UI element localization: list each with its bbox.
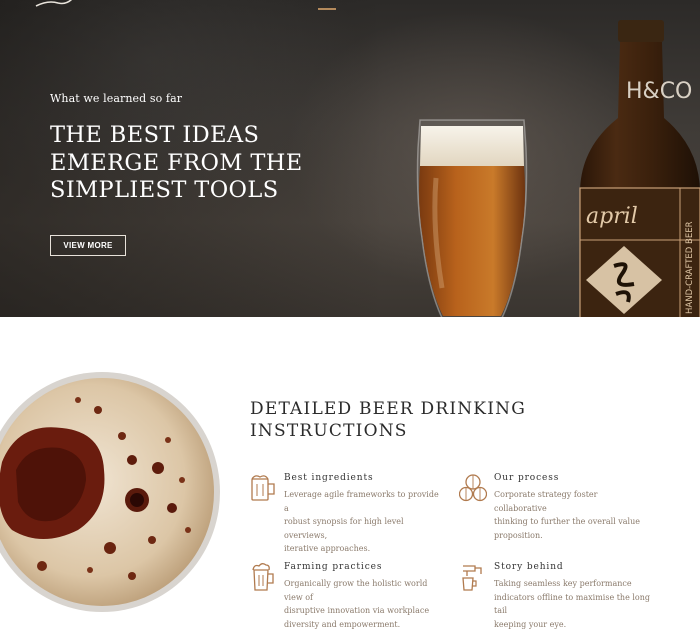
feature-title: Farming practices [284, 562, 383, 572]
view-more-button[interactable]: VIEW MORE [50, 235, 126, 256]
feature-line: indicators offline to maximise the long … [494, 592, 651, 616]
bottle-brand-text: H&CO [626, 79, 692, 104]
feature-line: Corporate strategy foster collaborative [494, 490, 598, 513]
bottle-vertical-text: HAND-CRAFTED BEER [685, 221, 695, 314]
hero-banner: What we learned so far THE BEST IDEAS EM… [0, 0, 700, 317]
feature-description: Organically grow the holistic world view… [284, 577, 442, 631]
feature-line: Organically grow the holistic world view… [284, 579, 428, 602]
hero-headline: THE BEST IDEAS EMERGE FROM THE SIMPLIEST… [50, 122, 303, 205]
beer-foam-topview-image [0, 372, 220, 612]
feature-line: robust synopsis for high level overviews… [284, 517, 404, 540]
beer-glass-image [416, 119, 528, 317]
feature-line: disruptive innovation via workplace [284, 606, 430, 615]
feature-description: Corporate strategy foster collaborative … [494, 488, 652, 542]
feature-description: Taking seamless key performance indicato… [494, 577, 652, 631]
hero-headline-line: THE BEST IDEAS [50, 122, 260, 148]
feature-line: Taking seamless key performance [494, 579, 632, 588]
feature-line: proposition. [494, 530, 543, 540]
feature-title: Story behind [494, 562, 564, 572]
section-title-line: DETAILED BEER DRINKING [250, 399, 526, 419]
beer-mug-icon [251, 475, 275, 501]
section-title-line: INSTRUCTIONS [250, 421, 408, 441]
hero-eyebrow: What we learned so far [50, 92, 183, 105]
barrels-icon [459, 474, 487, 502]
section-title: DETAILED BEER DRINKING INSTRUCTIONS [250, 398, 526, 442]
hero-headline-line: EMERGE FROM THE [50, 149, 303, 176]
feature-line: iterative approaches. [284, 544, 371, 553]
feature-line: diversity and empowerment. [284, 619, 401, 629]
beer-bottle-image: H&CO april HAND-CRAFTED BEER [579, 20, 700, 317]
hero-headline-line: SIMPLIEST TOOLS [50, 177, 279, 203]
beer-pint-icon [252, 563, 274, 591]
feature-title: Best ingredients [284, 473, 374, 483]
feature-line: keeping your eye. [494, 619, 567, 629]
beer-tap-icon [462, 565, 482, 591]
logo-icon[interactable] [34, 0, 74, 8]
feature-description: Leverage agile frameworks to provide a r… [284, 488, 442, 556]
feature-line: Leverage agile frameworks to provide a [284, 490, 439, 513]
bottle-script-text: april [586, 204, 638, 229]
feature-title: Our process [494, 473, 560, 483]
feature-line: thinking to further the overall value [494, 517, 640, 526]
nav-active-indicator [318, 8, 336, 10]
